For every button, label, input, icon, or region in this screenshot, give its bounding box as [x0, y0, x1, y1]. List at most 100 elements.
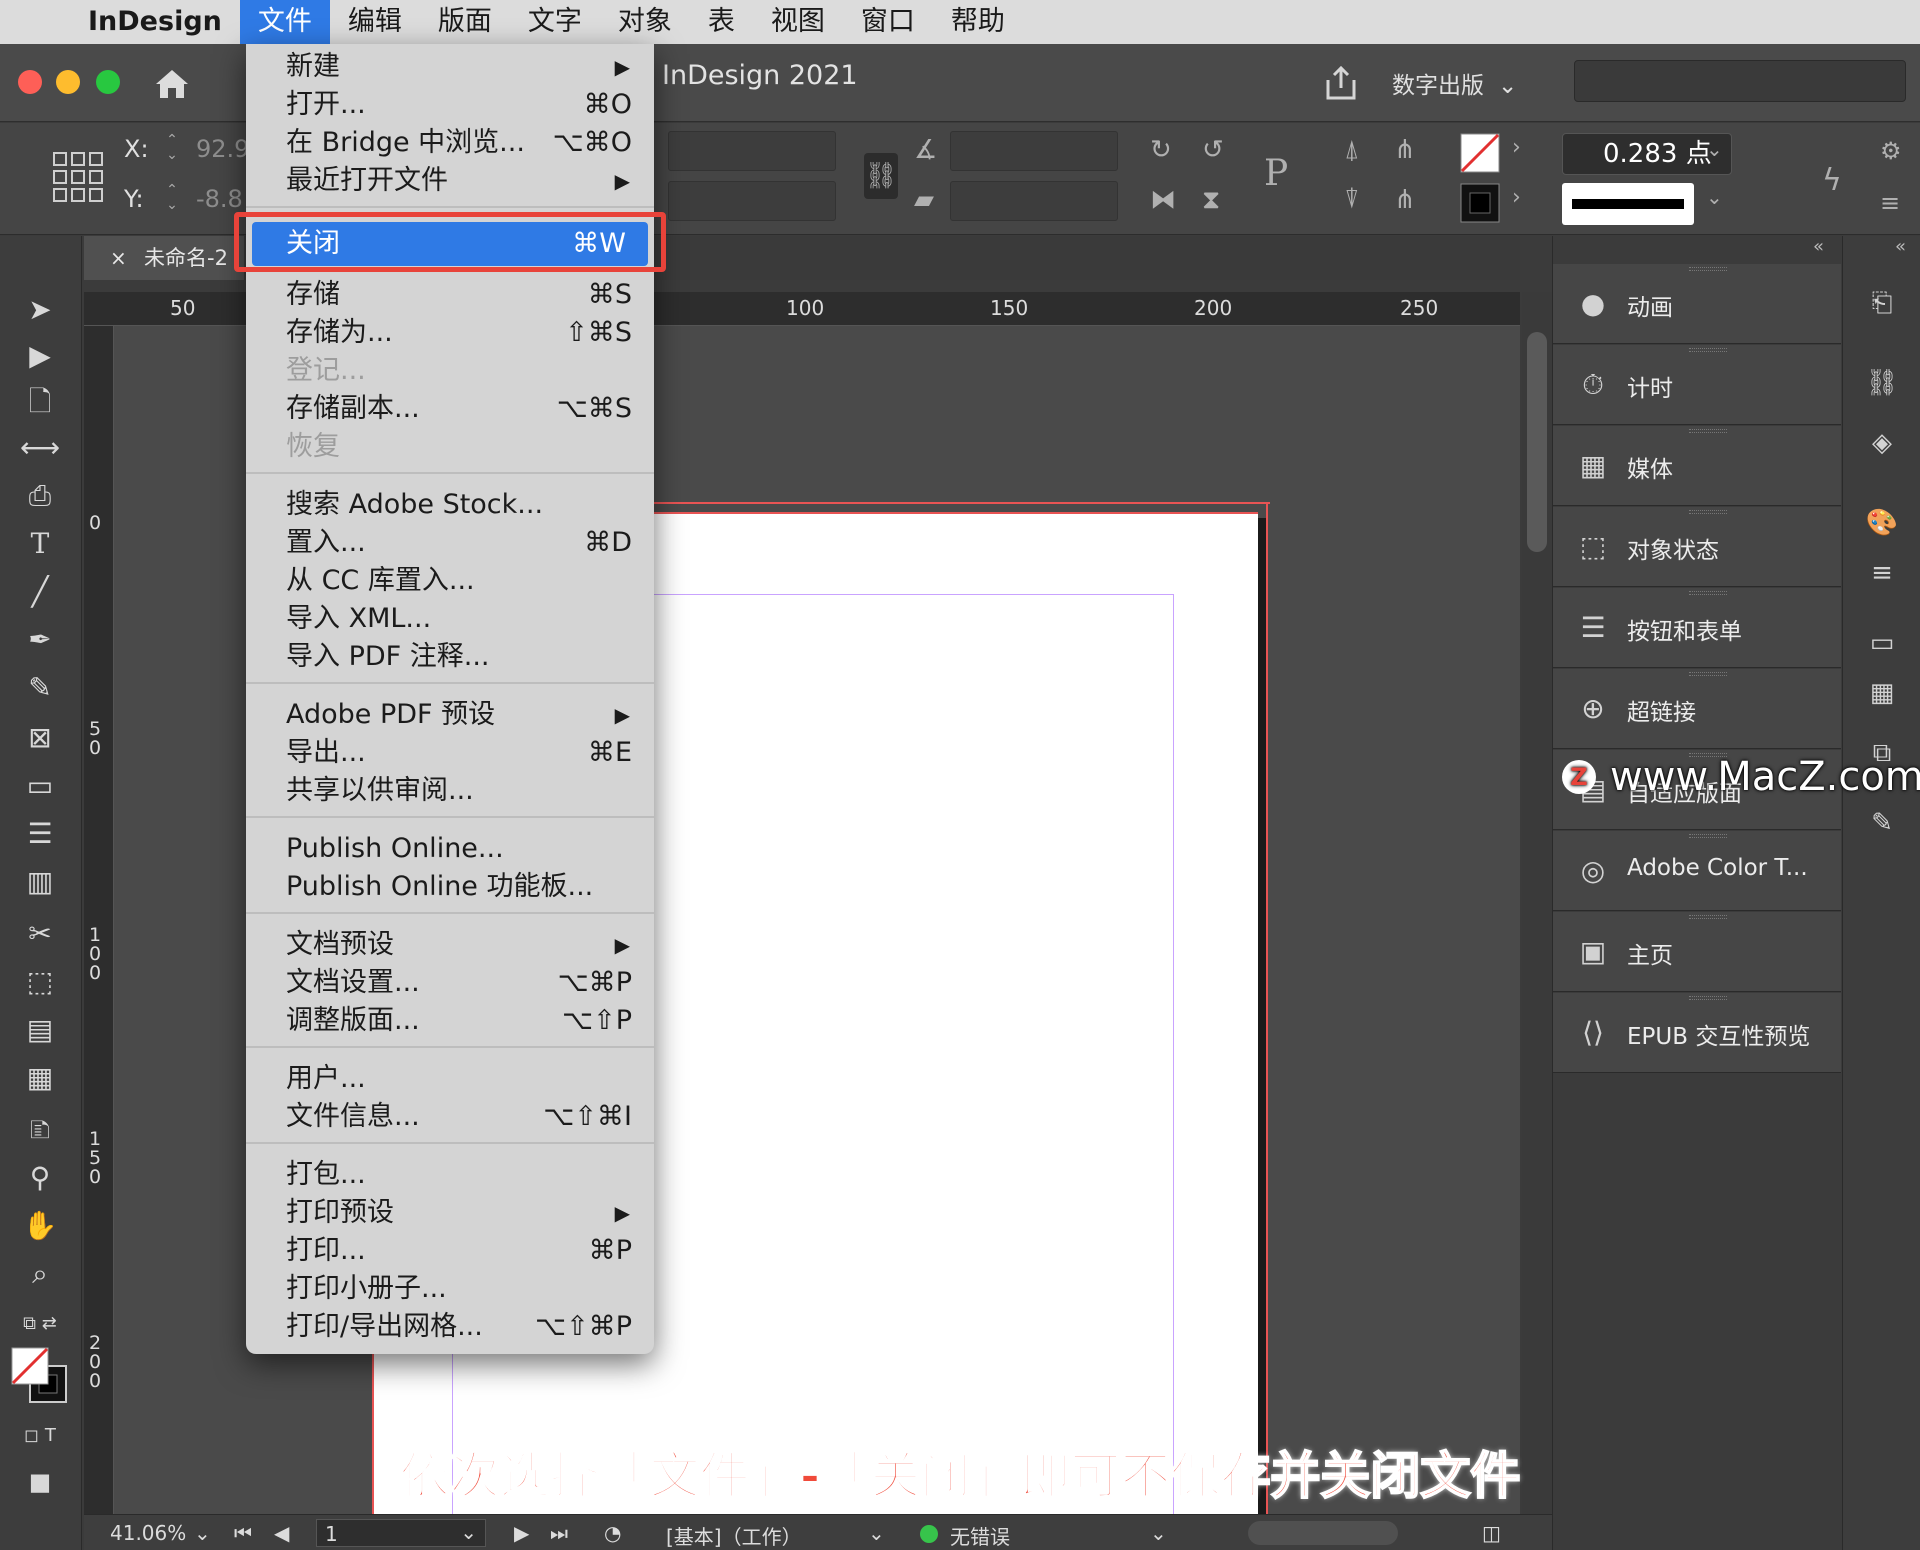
menu-item[interactable]: Publish Online... — [246, 830, 654, 868]
menu-item[interactable]: 用户... — [246, 1060, 654, 1098]
menu-item[interactable]: Publish Online 功能板... — [246, 868, 654, 906]
gear-icon[interactable]: ⚙ — [1880, 137, 1902, 165]
page-tool-icon[interactable]: 🗋 — [18, 382, 62, 422]
menu-item[interactable]: 存储 ⌘S — [246, 276, 654, 314]
menu-item[interactable]: Adobe PDF 预设 ▶ — [246, 696, 654, 734]
panel-item[interactable]: ◎ Adobe Color T... — [1553, 831, 1841, 911]
vertical-scrollbar[interactable] — [1522, 292, 1552, 1514]
home-icon[interactable] — [152, 64, 192, 104]
panel-grip[interactable] — [1689, 429, 1727, 433]
direct-selection-tool-icon[interactable]: ▶ — [18, 336, 62, 376]
horizontal-grid-tool-icon[interactable]: ☰ — [18, 814, 62, 854]
menu-file[interactable]: 文件 — [239, 0, 330, 44]
menu-item[interactable]: 导入 PDF 注释... — [246, 638, 654, 676]
x-field[interactable]: 92.9 — [196, 135, 249, 163]
panel-menu-icon[interactable]: ≡ — [1880, 189, 1900, 217]
window-zoom-button[interactable] — [96, 70, 120, 94]
menu-item[interactable]: 文档预设 ▶ — [246, 926, 654, 964]
menu-help[interactable]: 帮助 — [933, 0, 1023, 44]
rotate-cw-icon[interactable]: ↻ — [1150, 135, 1172, 165]
collapse-panels-icon[interactable]: « — [1813, 236, 1824, 257]
window-close-button[interactable] — [18, 70, 42, 94]
width-field[interactable] — [668, 131, 836, 171]
select-container-icon[interactable]: ⍋ — [1344, 135, 1360, 166]
scissors-tool-icon[interactable]: ✂ — [18, 914, 62, 954]
menu-edit[interactable]: 编辑 — [330, 0, 420, 44]
panel-grip[interactable] — [1689, 348, 1727, 352]
menu-view[interactable]: 视图 — [753, 0, 843, 44]
gradient-panel-icon[interactable]: ▭ — [1865, 626, 1899, 660]
type-tool-icon[interactable]: T — [18, 524, 62, 564]
constrain-proportions-icon[interactable]: ⛓ — [864, 153, 898, 199]
menu-item[interactable]: 打印... ⌘P — [246, 1232, 654, 1270]
menu-item[interactable]: 置入... ⌘D — [246, 524, 654, 562]
menu-item[interactable]: 共享以供审阅... — [246, 772, 654, 810]
gradient-feather-tool-icon[interactable]: ▦ — [18, 1058, 62, 1098]
stroke-swatch-icon[interactable] — [1460, 183, 1500, 223]
gap-tool-icon[interactable]: ⟷ — [18, 428, 62, 468]
menu-item[interactable]: 打开... ⌘O — [246, 86, 654, 124]
menu-item[interactable]: 打印/导出网格... ⌥⇧⌘P — [246, 1308, 654, 1346]
menu-item[interactable]: 打印预设 ▶ — [246, 1194, 654, 1232]
stroke-chevron-right-icon[interactable]: › — [1512, 185, 1521, 210]
panel-grip[interactable] — [1689, 834, 1727, 838]
zoom-level[interactable]: 41.06% — [110, 1521, 186, 1545]
text-frame-p-icon[interactable]: P — [1264, 153, 1288, 194]
last-page-icon[interactable]: ⏭ — [550, 1521, 568, 1545]
pen-tool-icon[interactable]: ✒ — [18, 620, 62, 660]
menu-type[interactable]: 文字 — [510, 0, 600, 44]
profile-chevron-down-icon[interactable]: ⌄ — [868, 1521, 885, 1545]
preflight-profile[interactable]: [基本]（工作） — [666, 1521, 802, 1550]
stroke-type-select[interactable] — [1562, 183, 1694, 225]
menu-item[interactable]: 导出... ⌘E — [246, 734, 654, 772]
menu-item[interactable]: 最近打开文件 ▶ — [246, 162, 654, 200]
height-field[interactable] — [668, 181, 836, 221]
vertical-grid-tool-icon[interactable]: ▥ — [18, 862, 62, 902]
line-tool-icon[interactable]: ╱ — [18, 572, 62, 612]
horizontal-scrollbar-thumb[interactable] — [1248, 1521, 1398, 1545]
menu-item[interactable]: 调整版面... ⌥⇧P — [246, 1002, 654, 1040]
default-fill-stroke-icon[interactable]: ⧉ ⇄ — [18, 1304, 62, 1344]
zoom-tool-icon[interactable]: ⌕ — [18, 1254, 62, 1294]
stroke-panel-icon[interactable]: ≡ — [1865, 556, 1899, 590]
links-panel-icon[interactable]: ⛓ — [1865, 366, 1899, 400]
gradient-swatch-tool-icon[interactable]: ▤ — [18, 1010, 62, 1050]
menu-item[interactable]: 文件信息... ⌥⇧⌘I — [246, 1098, 654, 1136]
document-tab[interactable]: × 未命名-2 — [84, 236, 244, 280]
first-page-icon[interactable]: ⏮ — [234, 1521, 252, 1545]
x-stepper[interactable]: ⌃ ⌄ — [162, 133, 182, 167]
panel-item[interactable]: ⏱ 计时 — [1553, 345, 1841, 425]
panel-item[interactable]: ☰ 按钮和表单 — [1553, 588, 1841, 668]
flip-horizontal-icon[interactable]: ⧓ — [1150, 185, 1176, 215]
rotation-field[interactable] — [950, 131, 1118, 171]
preflight-profile-icon[interactable]: ◔ — [604, 1521, 621, 1545]
panel-grip[interactable] — [1689, 510, 1727, 514]
panel-grip[interactable] — [1689, 672, 1727, 676]
search-input[interactable] — [1574, 60, 1906, 102]
menu-item[interactable]: 导入 XML... — [246, 600, 654, 638]
next-page-icon[interactable]: ▶ — [514, 1521, 529, 1545]
collapse-strip-icon[interactable]: « — [1895, 236, 1906, 257]
previous-page-icon[interactable]: ◀ — [274, 1521, 289, 1545]
fill-stroke-swatches-icon[interactable] — [10, 1346, 70, 1406]
share-icon[interactable] — [1322, 64, 1360, 102]
rotate-ccw-icon[interactable]: ↺ — [1202, 135, 1224, 165]
page-number-field[interactable]: 1 ⌄ — [316, 1519, 486, 1547]
panel-grip[interactable] — [1689, 591, 1727, 595]
flip-vertical-icon[interactable]: ⧗ — [1202, 185, 1220, 216]
menu-item[interactable]: 从 CC 库置入... — [246, 562, 654, 600]
window-minimize-button[interactable] — [56, 70, 80, 94]
split-view-icon[interactable]: ◫ — [1482, 1521, 1501, 1545]
menu-item[interactable]: 打印小册子... — [246, 1270, 654, 1308]
content-collector-icon[interactable]: ⎙ — [18, 476, 62, 516]
y-field[interactable]: -8.8 — [196, 185, 243, 213]
panel-item[interactable]: ▦ 媒体 — [1553, 426, 1841, 506]
preflight-chevron-down-icon[interactable]: ⌄ — [1150, 1521, 1167, 1545]
selection-tool-icon[interactable]: ➤ — [18, 290, 62, 330]
fill-chevron-right-icon[interactable]: › — [1512, 135, 1521, 160]
menu-item[interactable]: 存储为... ⇧⌘S — [246, 314, 654, 352]
eyedropper-tool-icon[interactable]: ⚲ — [18, 1158, 62, 1198]
stroke-weight-chevron-down-icon[interactable]: ⌄ — [1706, 137, 1723, 161]
select-content-icon[interactable]: ⍒ — [1344, 185, 1360, 216]
menu-item[interactable]: 打包... — [246, 1156, 654, 1194]
